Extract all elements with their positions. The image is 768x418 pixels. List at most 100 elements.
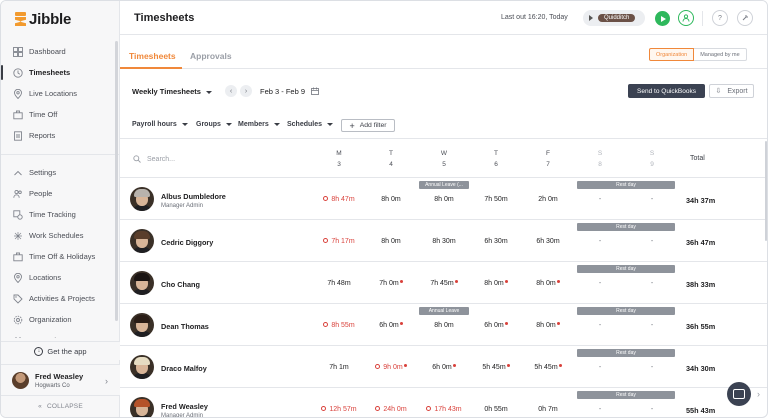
export-button[interactable]: ⇩ Export: [709, 84, 754, 98]
avatar[interactable]: [130, 313, 154, 337]
time-cell[interactable]: 0h 7m: [522, 406, 574, 413]
logo[interactable]: Jibble: [15, 10, 71, 28]
chat-support-button[interactable]: [727, 382, 751, 406]
time-cell[interactable]: 7h 0m: [365, 280, 417, 287]
table-row[interactable]: Cho Chang Rest day 7h 48m 7h 0m 7h 45m 8h 0m 8…: [120, 262, 767, 304]
search-input[interactable]: Search...: [147, 156, 175, 163]
employee-name[interactable]: Draco Malfoy: [161, 364, 207, 373]
sidebar-item-time-off-holidays[interactable]: Time Off & Holidays: [1, 246, 120, 267]
calendar-icon[interactable]: [311, 87, 319, 97]
time-cell[interactable]: -: [574, 280, 626, 287]
sidebar-item-locations[interactable]: Locations: [1, 267, 120, 288]
time-cell[interactable]: 6h 30m: [470, 238, 522, 245]
add-filter-button[interactable]: + Add filter: [341, 119, 395, 132]
time-cell[interactable]: 12h 57m: [313, 406, 365, 413]
view-dropdown[interactable]: Weekly Timesheets: [132, 87, 212, 96]
avatar[interactable]: [130, 271, 154, 295]
employee-name[interactable]: Dean Thomas: [161, 322, 209, 331]
sidebar-item-time-off[interactable]: Time Off: [1, 104, 120, 125]
sidebar-item-live-locations[interactable]: Live Locations: [1, 83, 120, 104]
filter-payroll-hours[interactable]: Payroll hours: [132, 121, 188, 128]
tab-timesheets[interactable]: Timesheets: [129, 51, 176, 61]
activity-selector[interactable]: Quidditch: [583, 10, 645, 26]
employee-name[interactable]: Fred Weasley: [161, 402, 208, 411]
time-cell[interactable]: 8h 0m: [418, 322, 470, 329]
table-row[interactable]: Fred Weasley Manager Admin Rest day 12h 57m…: [120, 388, 767, 417]
filter-schedules[interactable]: Schedules: [287, 121, 334, 128]
time-cell[interactable]: -: [574, 196, 626, 203]
user-profile-button[interactable]: Fred Weasley Hogwarts Co ›: [1, 364, 120, 396]
chevron-right-icon[interactable]: ›: [757, 389, 760, 399]
time-cell[interactable]: -: [626, 364, 678, 371]
time-cell[interactable]: 8h 55m: [313, 322, 365, 329]
time-cell[interactable]: 17h 43m: [418, 406, 470, 413]
next-week-button[interactable]: ›: [240, 85, 252, 97]
sidebar-item-time-tracking[interactable]: Time Tracking: [1, 204, 120, 225]
sidebar-item-reports[interactable]: Reports: [1, 125, 120, 146]
sidebar-item-settings[interactable]: Settings: [1, 162, 120, 183]
sidebar-item-activities-projects[interactable]: Activities & Projects: [1, 288, 120, 309]
time-cell[interactable]: 7h 17m: [313, 238, 365, 245]
table-row[interactable]: Albus Dumbledore Manager Admin Annual Leav…: [120, 178, 767, 220]
time-cell[interactable]: -: [626, 280, 678, 287]
clock-in-button[interactable]: [655, 11, 670, 26]
time-cell[interactable]: 0h 55m: [470, 406, 522, 413]
filter-members[interactable]: Members: [238, 121, 280, 128]
time-cell[interactable]: -: [626, 238, 678, 245]
help-button[interactable]: ?: [712, 10, 728, 26]
avatar[interactable]: [130, 229, 154, 253]
time-cell[interactable]: 2h 0m: [522, 196, 574, 203]
time-cell[interactable]: 7h 45m: [418, 280, 470, 287]
time-cell[interactable]: 8h 0m: [365, 238, 417, 245]
person-clock-button[interactable]: [678, 10, 694, 26]
scope-organization-button[interactable]: Organization: [649, 48, 695, 61]
time-cell[interactable]: 8h 30m: [418, 238, 470, 245]
table-row[interactable]: Cedric Diggory Rest day 7h 17m 8h 0m 8h 30m 6…: [120, 220, 767, 262]
employee-name[interactable]: Albus Dumbledore: [161, 192, 226, 201]
avatar[interactable]: [130, 187, 154, 211]
sidebar-item-work-schedules[interactable]: Work Schedules: [1, 225, 120, 246]
time-cell[interactable]: 7h 48m: [313, 280, 365, 287]
time-cell[interactable]: -: [626, 406, 678, 413]
employee-name[interactable]: Cedric Diggory: [161, 238, 213, 247]
time-cell[interactable]: -: [626, 196, 678, 203]
time-cell[interactable]: 6h 0m: [470, 322, 522, 329]
time-cell[interactable]: 6h 0m: [365, 322, 417, 329]
time-cell[interactable]: 5h 45m: [522, 364, 574, 371]
time-cell[interactable]: 8h 0m: [365, 196, 417, 203]
time-cell[interactable]: -: [574, 406, 626, 413]
time-cell[interactable]: 7h 1m: [313, 364, 365, 371]
date-range[interactable]: Feb 3 - Feb 9: [260, 87, 305, 96]
search-field[interactable]: Search...: [133, 155, 175, 163]
get-app-button[interactable]: ↓ Get the app: [1, 341, 120, 360]
table-row[interactable]: Dean Thomas Annual Leave Rest day 8h 55m 6h …: [120, 304, 767, 346]
filter-groups[interactable]: Groups: [196, 121, 232, 128]
scope-managed-button[interactable]: Managed by me: [694, 48, 747, 61]
time-cell[interactable]: 8h 0m: [522, 322, 574, 329]
sidebar-item-people[interactable]: People: [1, 183, 120, 204]
time-cell[interactable]: 8h 0m: [522, 280, 574, 287]
sidebar-scrollbar[interactable]: [115, 41, 118, 321]
time-cell[interactable]: 7h 50m: [470, 196, 522, 203]
time-cell[interactable]: -: [574, 322, 626, 329]
time-cell[interactable]: 8h 47m: [313, 196, 365, 203]
prev-week-button[interactable]: ‹: [225, 85, 237, 97]
time-cell[interactable]: 24h 0m: [365, 406, 417, 413]
time-cell[interactable]: 8h 0m: [418, 196, 470, 203]
time-cell[interactable]: 5h 45m: [470, 364, 522, 371]
time-cell[interactable]: 9h 0m: [365, 364, 417, 371]
time-cell[interactable]: -: [574, 238, 626, 245]
send-to-quickbooks-button[interactable]: Send to QuickBooks: [628, 84, 705, 98]
sidebar-item-integrations[interactable]: Integrations: [1, 330, 120, 338]
time-cell[interactable]: 6h 0m: [418, 364, 470, 371]
employee-name[interactable]: Cho Chang: [161, 280, 200, 289]
time-cell[interactable]: -: [626, 322, 678, 329]
sidebar-item-dashboard[interactable]: Dashboard: [1, 41, 120, 62]
time-cell[interactable]: -: [574, 364, 626, 371]
table-row[interactable]: Draco Malfoy Rest day 7h 1m 9h 0m 6h 0m 5h 45…: [120, 346, 767, 388]
sidebar-item-organization[interactable]: Organization: [1, 309, 120, 330]
avatar[interactable]: [130, 397, 154, 417]
magic-button[interactable]: [737, 10, 753, 26]
avatar[interactable]: [130, 355, 154, 379]
collapse-button[interactable]: « COLLAPSE: [1, 399, 120, 413]
